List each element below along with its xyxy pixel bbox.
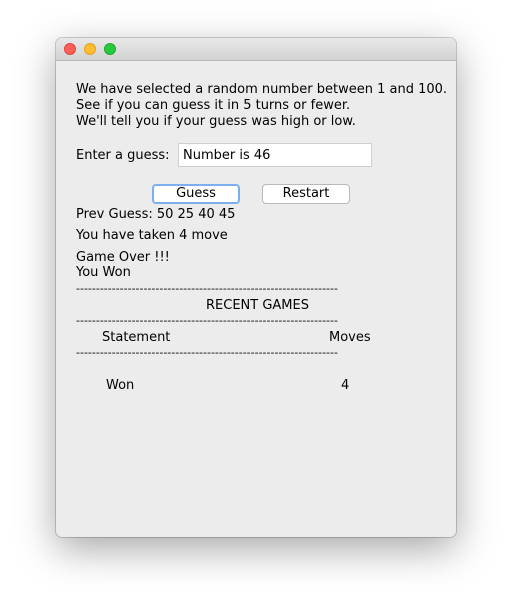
title-bar bbox=[56, 38, 456, 61]
prev-guess-text: Prev Guess: 50 25 40 45 bbox=[76, 207, 236, 222]
minimize-window-button[interactable] bbox=[84, 43, 96, 55]
guess-button[interactable]: Guess bbox=[152, 184, 240, 204]
separator-top: ----------------------------------------… bbox=[76, 283, 338, 294]
recent-games-title: RECENT GAMES bbox=[206, 298, 309, 313]
moves-taken-text: You have taken 4 move bbox=[76, 228, 228, 243]
game-over-text: Game Over !!! bbox=[76, 250, 170, 265]
table-row-moves: 4 bbox=[341, 378, 350, 393]
separator-middle: ----------------------------------------… bbox=[76, 315, 338, 326]
guess-label: Enter a guess: bbox=[76, 148, 170, 163]
column-header-moves: Moves bbox=[329, 330, 371, 345]
restart-button[interactable]: Restart bbox=[262, 184, 350, 204]
separator-bottom: ----------------------------------------… bbox=[76, 347, 338, 358]
guess-input[interactable] bbox=[178, 143, 372, 167]
intro-line-2: See if you can guess it in 5 turns or fe… bbox=[76, 98, 351, 113]
zoom-window-button[interactable] bbox=[104, 43, 116, 55]
close-window-button[interactable] bbox=[64, 43, 76, 55]
table-row-statement: Won bbox=[106, 378, 135, 393]
result-text: You Won bbox=[76, 265, 131, 280]
intro-line-1: We have selected a random number between… bbox=[76, 82, 448, 97]
game-window: We have selected a random number between… bbox=[56, 38, 456, 537]
column-header-statement: Statement bbox=[102, 330, 171, 345]
intro-line-3: We'll tell you if your guess was high or… bbox=[76, 114, 356, 129]
